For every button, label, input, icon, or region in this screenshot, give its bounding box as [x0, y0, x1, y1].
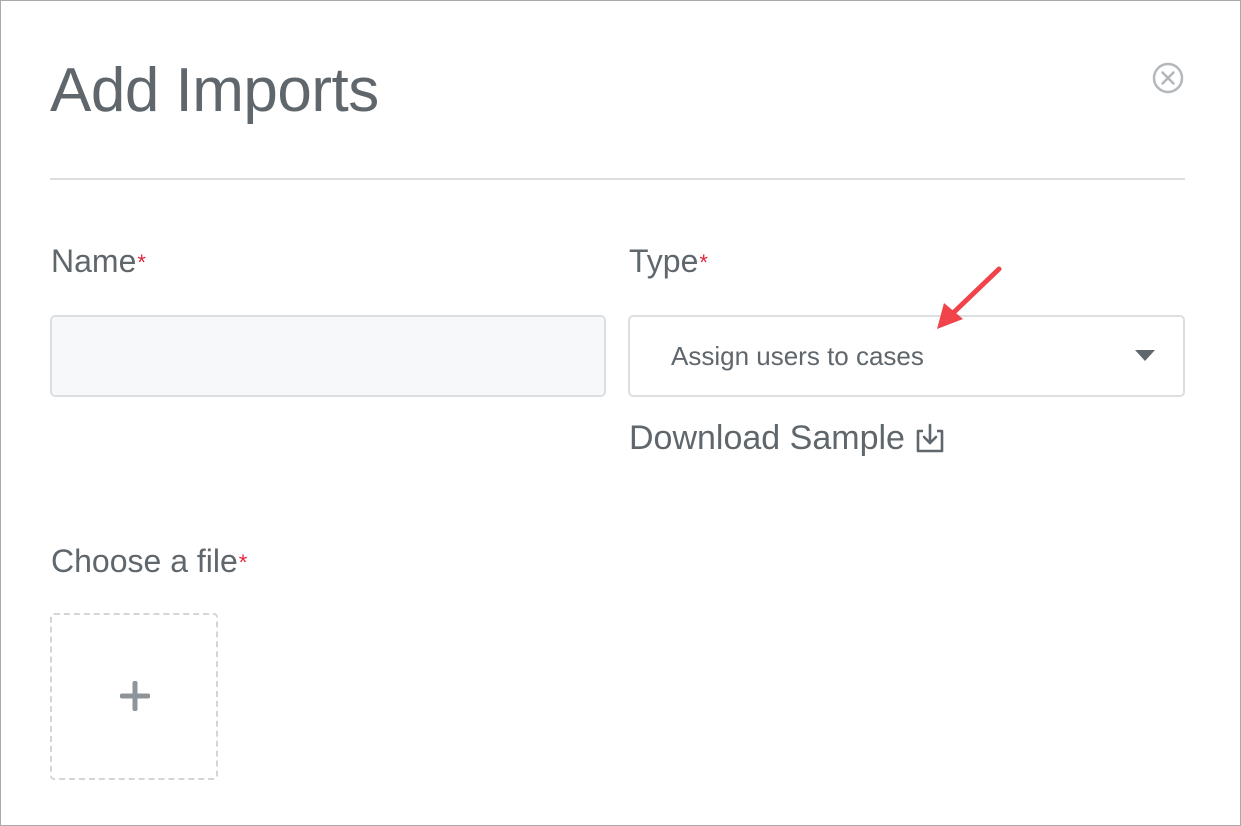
caret-down-icon [1135, 350, 1155, 361]
name-label-text: Name [51, 243, 137, 279]
type-select[interactable]: Assign users to cases [628, 315, 1185, 397]
name-input[interactable] [50, 315, 606, 397]
file-label: Choose a file* [51, 541, 247, 581]
download-icon [916, 423, 944, 453]
annotation-arrow-icon [937, 266, 1002, 329]
download-sample-label: Download Sample [629, 419, 905, 457]
close-icon[interactable] [1151, 61, 1185, 95]
file-upload-dropzone[interactable] [50, 613, 218, 780]
type-label: Type* [629, 241, 708, 281]
plus-icon [120, 681, 150, 711]
type-required-mark: * [699, 250, 708, 275]
type-selected-value: Assign users to cases [671, 341, 924, 371]
name-label: Name* [51, 241, 146, 281]
file-label-text: Choose a file [51, 543, 238, 579]
name-required-mark: * [137, 250, 146, 275]
add-imports-dialog: Add Imports Name* Type* Assign users to … [0, 0, 1241, 826]
type-label-text: Type [629, 243, 699, 279]
file-required-mark: * [238, 550, 248, 575]
dialog-title: Add Imports [50, 56, 379, 125]
header-divider [50, 178, 1185, 180]
download-sample-link[interactable]: Download Sample [629, 416, 945, 460]
